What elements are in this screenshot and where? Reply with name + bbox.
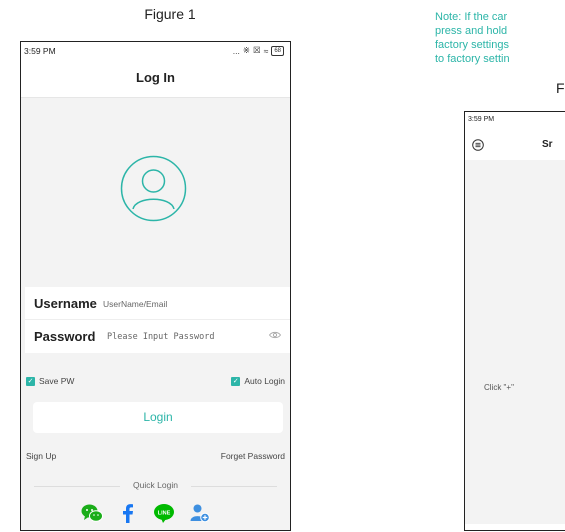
avatar-icon: [120, 155, 187, 222]
quick-login-label: Quick Login: [133, 480, 178, 490]
header-title: Sr: [542, 139, 553, 150]
bluetooth-icon: ※: [242, 45, 251, 55]
line-icon[interactable]: LINE: [153, 502, 175, 524]
divider-line: [191, 486, 277, 487]
svg-text:LINE: LINE: [158, 510, 171, 516]
username-label: Username: [34, 296, 97, 311]
note-line: Note: If the car: [435, 11, 508, 23]
password-input[interactable]: Please Input Password: [107, 332, 214, 342]
figure-caption: Figure 1: [144, 6, 196, 22]
status-bar: 3:59 PM: [465, 112, 565, 130]
note-line: to factory settin: [435, 53, 510, 65]
facebook-icon[interactable]: [117, 502, 139, 524]
status-time: 3:59 PM: [468, 116, 495, 123]
login-form: Username UserName/Email Password Please …: [25, 287, 290, 353]
auto-login-checkbox[interactable]: ✓ Auto Login: [231, 376, 285, 386]
title-bar: Log In: [21, 60, 290, 98]
phone-screen: 3:59 PM ... ※ ☒ ≈ 68 Log In Username Use…: [20, 41, 291, 531]
add-device-hint: Click "+": [484, 383, 514, 392]
note-line: factory settings: [435, 39, 509, 51]
password-row: Password Please Input Password: [25, 320, 290, 353]
checkbox-checked-icon: ✓: [231, 376, 241, 386]
username-row: Username UserName/Email: [25, 287, 290, 320]
checkbox-checked-icon: ✓: [26, 376, 35, 386]
eye-icon[interactable]: [269, 331, 281, 339]
note-line: press and hold: [435, 25, 508, 37]
phone-screen-2: 3:59 PM Sr Click "+": [464, 111, 565, 531]
username-input[interactable]: UserName/Email: [103, 299, 167, 309]
auto-login-label: Auto Login: [244, 376, 285, 386]
status-icons: ... ※ ☒ ≈ 68: [233, 45, 284, 56]
status-bar: 3:59 PM ... ※ ☒ ≈ 68: [21, 42, 290, 60]
forget-password-link[interactable]: Forget Password: [221, 451, 285, 461]
wifi-icon: ≈: [263, 45, 269, 56]
note-text: Note: If the car press and hold factory …: [435, 10, 565, 66]
status-more-icon: ...: [232, 45, 240, 56]
wechat-icon[interactable]: [81, 502, 103, 524]
sign-up-link[interactable]: Sign Up: [26, 451, 56, 461]
menu-icon[interactable]: [472, 139, 484, 151]
sim-icon: ☒: [253, 45, 261, 55]
quick-login-divider: Quick Login: [21, 480, 290, 492]
status-time: 3:59 PM: [24, 46, 56, 56]
page-title: Log In: [136, 70, 175, 85]
contacts-icon[interactable]: [189, 502, 211, 524]
save-pw-label: Save PW: [39, 376, 75, 386]
login-button[interactable]: Login: [33, 402, 283, 433]
bottom-bar: [465, 524, 565, 530]
battery-icon: 68: [271, 45, 284, 56]
save-pw-checkbox[interactable]: ✓ Save PW: [26, 376, 74, 386]
figure-caption-2: F: [556, 80, 565, 96]
password-label: Password: [34, 329, 96, 344]
header-bar: Sr: [465, 130, 565, 160]
